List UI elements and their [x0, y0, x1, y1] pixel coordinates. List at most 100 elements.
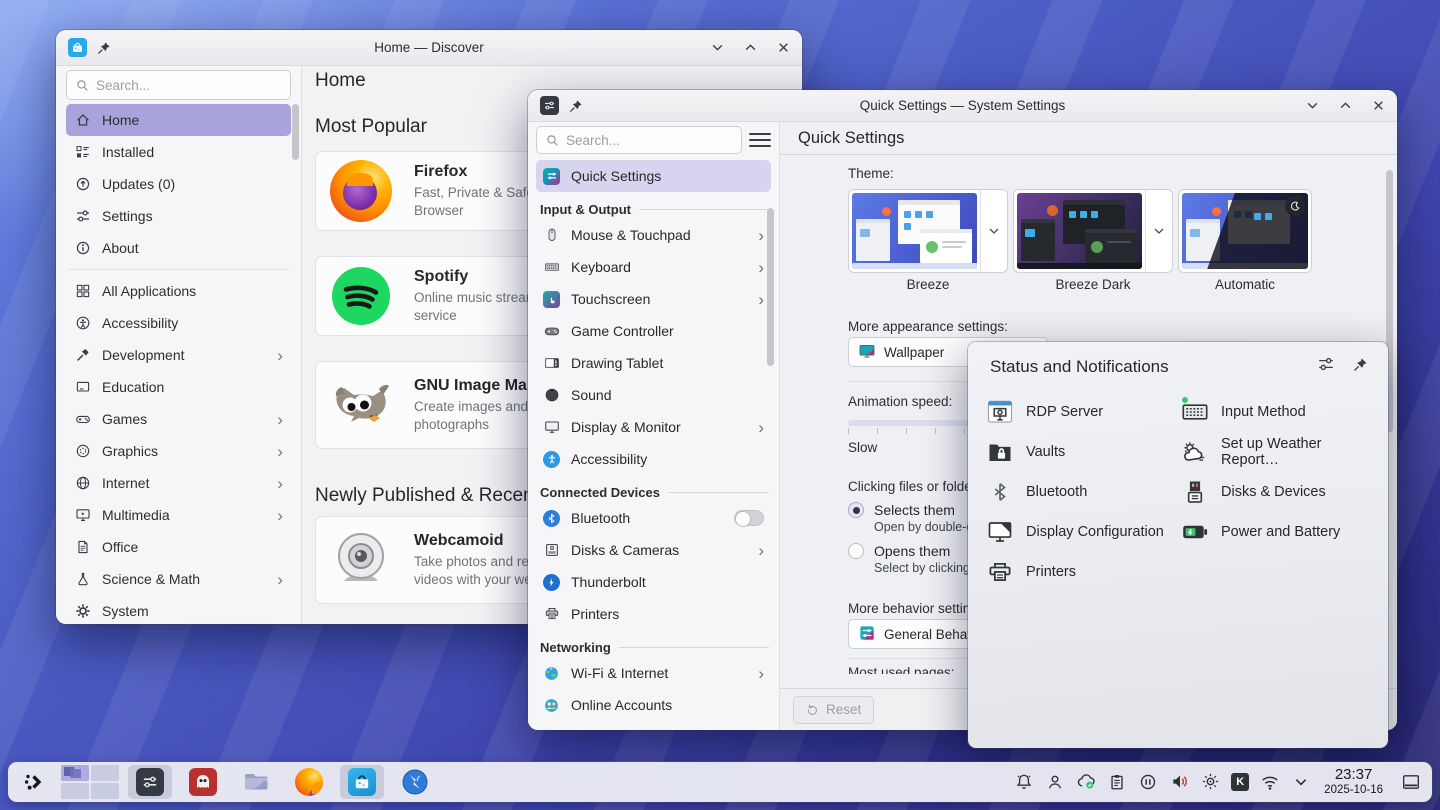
task-dolphin[interactable] — [234, 765, 278, 799]
cloud-sync-icon[interactable] — [1076, 772, 1096, 792]
sidebar-item-education[interactable]: Education — [66, 371, 291, 403]
popup-item-bluetooth[interactable]: Bluetooth — [986, 472, 1181, 512]
sidebar-item-label: Games — [102, 411, 147, 427]
sidebar-item-touchscreen[interactable]: Touchscreen — [536, 283, 771, 315]
kde-connect-icon[interactable] — [1231, 773, 1249, 791]
settings-titlebar[interactable]: Quick Settings — System Settings — [528, 90, 1397, 122]
notifications-bell-icon[interactable] — [1014, 772, 1034, 792]
sidebar-item-home[interactable]: Home — [66, 104, 291, 136]
search-icon — [546, 134, 559, 147]
bluetooth-toggle[interactable] — [734, 510, 764, 526]
digital-clock[interactable]: 23:37 2025-10-16 — [1324, 767, 1383, 796]
sidebar-item-printers[interactable]: Printers — [536, 598, 771, 630]
sidebar-item-all-applications[interactable]: All Applications — [66, 275, 291, 307]
sidebar-item-disks-cameras[interactable]: Disks & Cameras — [536, 534, 771, 566]
app-launcher-button[interactable] — [18, 765, 52, 799]
popup-item-rdp-server[interactable]: RDP Server — [986, 392, 1181, 432]
sidebar-item-game-controller[interactable]: Game Controller — [536, 315, 771, 347]
user-icon[interactable] — [1045, 772, 1065, 792]
popup-item-printers[interactable]: Printers — [986, 552, 1181, 592]
maximize-button[interactable] — [744, 41, 757, 54]
popup-item-label: Display Configuration — [1026, 524, 1164, 540]
minimize-button[interactable] — [1306, 99, 1319, 112]
sidebar-item-wifi-internet[interactable]: Wi-Fi & Internet — [536, 657, 771, 689]
theme-card-breeze[interactable] — [848, 189, 1008, 273]
sidebar-item-installed[interactable]: Installed — [66, 136, 291, 168]
monitor-icon — [543, 419, 560, 436]
task-discover[interactable] — [340, 765, 384, 799]
virtual-desktop-pager[interactable] — [61, 765, 119, 799]
task-konqueror[interactable] — [393, 765, 437, 799]
chevron-right-icon — [277, 443, 283, 460]
wifi-icon[interactable] — [1260, 772, 1280, 792]
sidebar-item-accessibility[interactable]: Accessibility — [536, 443, 771, 475]
popup-item-weather[interactable]: Set up Weather Report… — [1181, 432, 1376, 472]
configure-icon[interactable] — [1317, 355, 1335, 378]
minimize-button[interactable] — [711, 41, 724, 54]
search-input[interactable] — [96, 78, 281, 93]
clipboard-icon[interactable] — [1107, 772, 1127, 792]
theme-card-breeze-dark[interactable] — [1013, 189, 1173, 273]
sidebar-item-updates[interactable]: Updates (0) — [66, 168, 291, 200]
sidebar-item-display-monitor[interactable]: Display & Monitor — [536, 411, 771, 443]
sidebar-scrollbar[interactable] — [292, 104, 299, 160]
tray-expand-icon[interactable] — [1291, 772, 1311, 792]
sidebar-item-bluetooth[interactable]: Bluetooth — [536, 502, 771, 534]
sidebar-scrollbar[interactable] — [767, 208, 774, 366]
settings-search-field[interactable] — [536, 126, 742, 154]
pin-icon[interactable] — [569, 99, 583, 113]
task-firefox[interactable] — [287, 765, 331, 799]
discover-search-field[interactable] — [66, 70, 291, 100]
sidebar-item-system[interactable]: System — [66, 595, 291, 624]
task-ghostwriter[interactable] — [181, 765, 225, 799]
tablet-icon — [543, 355, 560, 372]
sidebar-item-multimedia[interactable]: Multimedia — [66, 499, 291, 531]
theme-card-automatic[interactable] — [1178, 189, 1312, 273]
pin-icon[interactable] — [1353, 357, 1368, 377]
sidebar-item-label: Disks & Cameras — [571, 542, 679, 558]
task-system-settings[interactable] — [128, 765, 172, 799]
maximize-button[interactable] — [1339, 99, 1352, 112]
globe-icon — [74, 475, 91, 492]
sidebar-item-label: About — [102, 240, 139, 256]
popup-item-power-battery[interactable]: Power and Battery — [1181, 512, 1376, 552]
more-appearance-label: More appearance settings: — [848, 319, 1397, 334]
menu-icon[interactable] — [749, 129, 771, 151]
sidebar-item-settings[interactable]: Settings — [66, 200, 291, 232]
theme-dropdown-button[interactable] — [1145, 190, 1172, 272]
sidebar-item-sound[interactable]: Sound — [536, 379, 771, 411]
close-button[interactable] — [777, 41, 790, 54]
sidebar-item-keyboard[interactable]: Keyboard — [536, 251, 771, 283]
sidebar-item-internet[interactable]: Internet — [66, 467, 291, 499]
sidebar-item-thunderbolt[interactable]: Thunderbolt — [536, 566, 771, 598]
popup-item-display-configuration[interactable]: Display Configuration — [986, 512, 1181, 552]
search-input[interactable] — [566, 133, 732, 148]
sidebar-item-quick-settings[interactable]: Quick Settings — [536, 160, 771, 192]
sidebar-item-online-accounts[interactable]: Online Accounts — [536, 689, 771, 721]
popup-item-vaults[interactable]: Vaults — [986, 432, 1181, 472]
popup-item-label: Input Method — [1221, 404, 1306, 420]
volume-icon[interactable] — [1169, 772, 1189, 792]
sidebar-item-label: Display & Monitor — [571, 419, 681, 435]
popup-item-disks-devices[interactable]: Disks & Devices — [1181, 472, 1376, 512]
popup-item-input-method[interactable]: Input Method — [1181, 392, 1376, 432]
reset-button[interactable]: Reset — [793, 696, 874, 724]
pin-icon[interactable] — [97, 41, 111, 55]
chevron-right-icon — [277, 475, 283, 492]
show-desktop-button[interactable] — [1400, 772, 1422, 792]
sidebar-item-games[interactable]: Games — [66, 403, 291, 435]
sidebar-item-mouse-touchpad[interactable]: Mouse & Touchpad — [536, 219, 771, 251]
sidebar-item-graphics[interactable]: Graphics — [66, 435, 291, 467]
media-pause-icon[interactable] — [1138, 772, 1158, 792]
brightness-icon[interactable] — [1200, 772, 1220, 792]
sidebar-item-office[interactable]: Office — [66, 531, 291, 563]
popup-item-label: Power and Battery — [1221, 524, 1340, 540]
theme-dropdown-button[interactable] — [980, 190, 1007, 272]
sidebar-item-science-math[interactable]: Science & Math — [66, 563, 291, 595]
close-button[interactable] — [1372, 99, 1385, 112]
sidebar-item-drawing-tablet[interactable]: Drawing Tablet — [536, 347, 771, 379]
sidebar-item-development[interactable]: Development — [66, 339, 291, 371]
sidebar-item-about[interactable]: About — [66, 232, 291, 264]
discover-titlebar[interactable]: Home — Discover — [56, 30, 802, 66]
sidebar-item-accessibility[interactable]: Accessibility — [66, 307, 291, 339]
